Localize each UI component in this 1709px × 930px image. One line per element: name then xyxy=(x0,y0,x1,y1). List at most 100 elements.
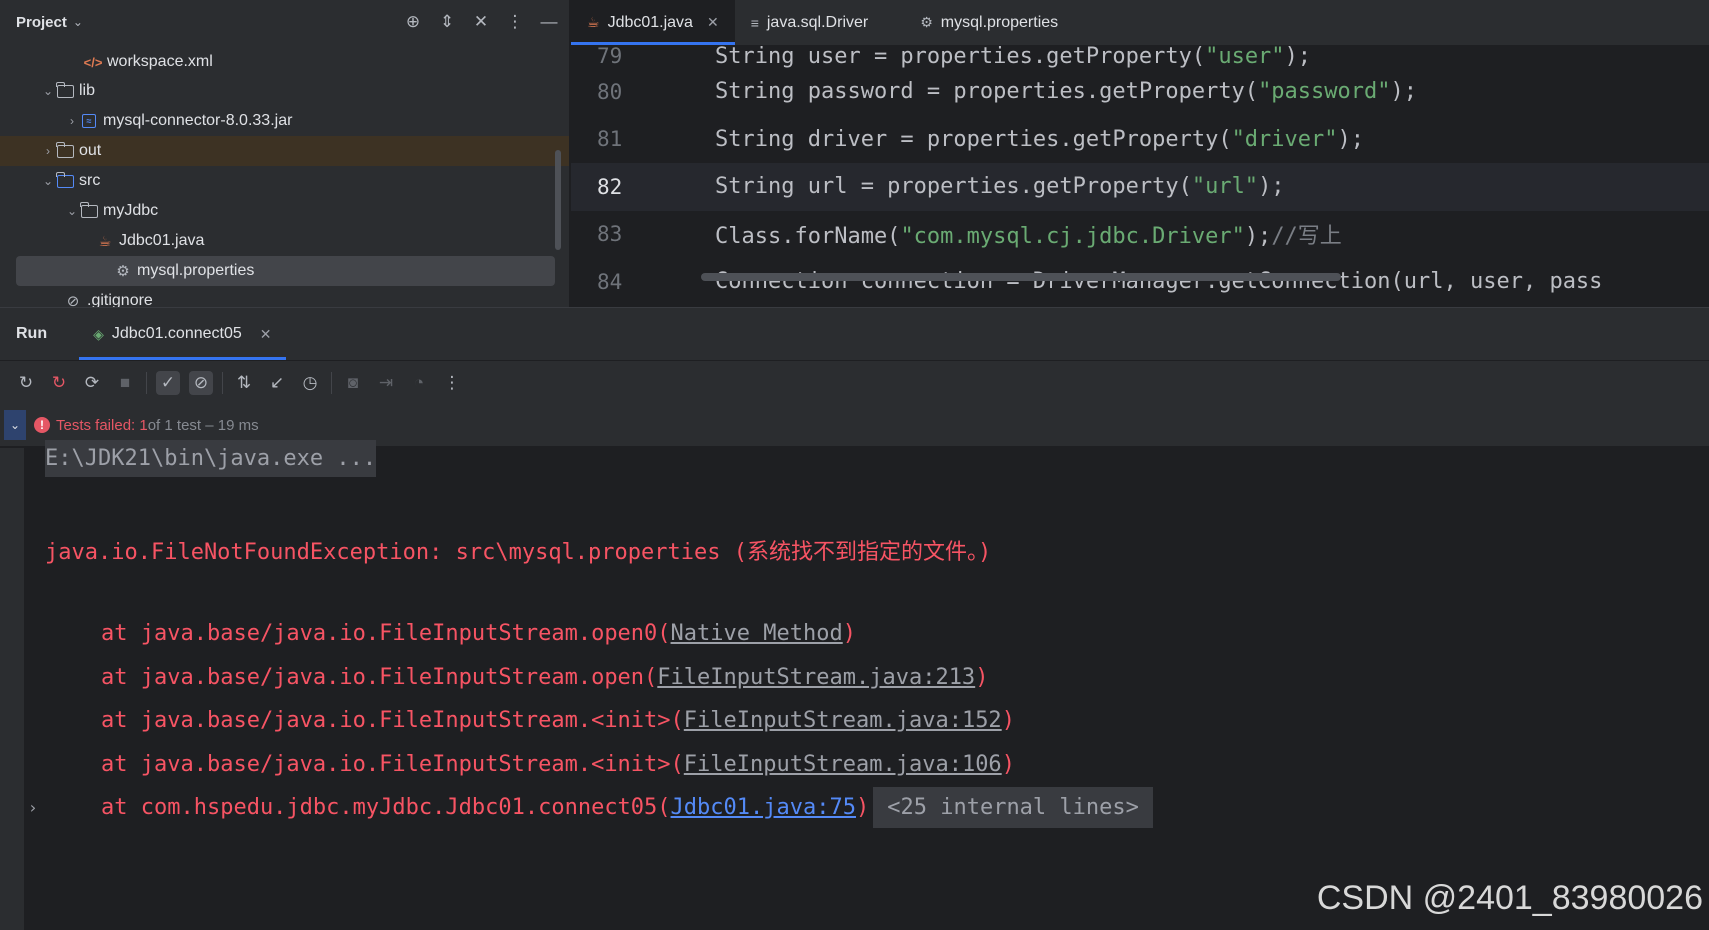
folder-icon xyxy=(55,141,74,160)
chevron-down-icon[interactable]: ⌄ xyxy=(4,410,26,440)
rerun-icon[interactable]: ↻ xyxy=(14,371,38,395)
project-title[interactable]: Project xyxy=(16,14,67,31)
code-line-current: 82 String url = properties.getProperty("… xyxy=(571,163,1709,211)
tree-item-myjdbc[interactable]: ⌄ myJdbc xyxy=(0,196,569,226)
tree-item-label: myJdbc xyxy=(103,202,159,219)
watermark: CSDN @2401_83980026 xyxy=(1316,879,1703,917)
tab-jdbc01-java[interactable]: ☕ Jdbc01.java ✕ xyxy=(571,0,735,45)
more-options-icon[interactable]: ⋮ xyxy=(505,8,525,36)
project-tree: </> workspace.xml ⌄ lib › ≈ mysql-connec… xyxy=(0,48,569,307)
console-command-line: E:\JDK21\bin\java.exe ... xyxy=(45,440,377,477)
chevron-down-icon[interactable]: ⌄ xyxy=(40,84,56,98)
close-icon[interactable]: ✕ xyxy=(707,14,719,31)
test-config-icon: ◈ xyxy=(93,325,104,342)
line-number: 84 xyxy=(597,269,623,294)
folder-icon xyxy=(55,171,74,190)
tree-item-label: workspace.xml xyxy=(107,53,213,70)
properties-gear-icon: ⚙ xyxy=(116,263,130,280)
hide-panel-icon[interactable]: — xyxy=(539,8,559,36)
source-link[interactable]: FileInputStream.java:152 xyxy=(684,708,1002,733)
text-file-icon: ≡ xyxy=(750,14,759,31)
toolbar-divider xyxy=(331,371,332,394)
tests-summary: of 1 test – 19 ms xyxy=(147,416,259,434)
tab-mysql-properties[interactable]: ⚙ mysql.properties xyxy=(904,0,1075,45)
tests-failed-label: Tests failed: 1 xyxy=(56,416,148,434)
ignore-file-icon: ⊘ xyxy=(66,293,80,307)
coverage-icon[interactable]: ◔ xyxy=(407,371,431,395)
code-line: 79 String user = properties.getProperty(… xyxy=(571,44,1709,68)
run-tab-label: Jdbc01.connect05 xyxy=(111,325,242,342)
editor-horizontal-scrollbar[interactable] xyxy=(701,273,1341,281)
show-passed-icon[interactable]: ✓ xyxy=(156,370,180,395)
rerun-failed-icon[interactable]: ↻ xyxy=(47,371,71,395)
code-line: 83 Class.forName("com.mysql.cj.jdbc.Driv… xyxy=(571,211,1709,259)
more-options-icon[interactable]: ⋮ xyxy=(440,371,464,395)
console-output[interactable]: E:\JDK21\bin\java.exe ... java.io.FileNo… xyxy=(0,440,1709,930)
chevron-right-icon[interactable]: › xyxy=(28,798,38,817)
internal-lines-fold[interactable]: <25 internal lines> xyxy=(873,787,1153,828)
screenshot-icon[interactable]: ◙ xyxy=(341,371,365,395)
toolbar-divider xyxy=(222,371,223,394)
stack-frame: at java.base/java.io.FileInputStream.<in… xyxy=(101,752,1015,777)
xml-file-icon: </> xyxy=(83,54,103,70)
code-text: Class.forName("com.mysql.cj.jdbc.Driver"… xyxy=(715,224,1342,250)
tree-item-jdbc01-java[interactable]: ☕ Jdbc01.java xyxy=(0,226,569,256)
import-tests-icon[interactable]: ↙ xyxy=(265,371,289,395)
tree-item-mysql-properties[interactable]: ⚙ mysql.properties xyxy=(16,256,555,286)
tree-item-label: Jdbc01.java xyxy=(119,232,205,249)
run-toolbar: ↻ ↻ ⟳ ■ ✓ ⊘ ⇅ ↙ ◷ ◙ ⇥ ◔ ⋮ xyxy=(0,360,1709,404)
run-panel-title: Run xyxy=(16,325,48,342)
tree-item-label: out xyxy=(79,142,102,159)
rerun-automatically-icon[interactable]: ⟳ xyxy=(80,371,104,395)
command-text[interactable]: E:\JDK21\bin\java.exe ... xyxy=(45,440,377,477)
export-icon[interactable]: ⇥ xyxy=(374,371,398,395)
stack-frame: at java.base/java.io.FileInputStream.<in… xyxy=(101,708,1015,733)
package-folder-icon xyxy=(79,201,98,220)
source-link[interactable]: FileInputStream.java:106 xyxy=(684,752,1002,777)
tab-label: mysql.properties xyxy=(940,13,1059,31)
tab-java-sql-driver[interactable]: ≡ java.sql.Driver xyxy=(734,0,905,45)
code-text: String url = properties.getProperty("url… xyxy=(715,174,1285,200)
expand-all-icon[interactable]: ⇕ xyxy=(437,8,457,36)
chevron-down-icon[interactable]: ⌄ xyxy=(73,15,83,29)
tree-item-mysql-connector-jar[interactable]: › ≈ mysql-connector-8.0.33.jar xyxy=(0,106,569,136)
run-header: Run ◈ Jdbc01.connect05 ✕ xyxy=(0,308,1709,360)
chevron-right-icon[interactable]: › xyxy=(40,144,56,158)
stack-frame: at com.hspedu.jdbc.myJdbc.Jdbc01.connect… xyxy=(101,787,1153,828)
stack-frame: at java.base/java.io.FileInputStream.ope… xyxy=(101,665,989,690)
tree-item-label: mysql-connector-8.0.33.jar xyxy=(103,112,293,129)
tree-item-lib[interactable]: ⌄ lib xyxy=(0,76,569,106)
chevron-right-icon[interactable]: › xyxy=(64,114,80,128)
tree-item-gitignore[interactable]: ⊘ .gitignore xyxy=(0,286,569,307)
sort-icon[interactable]: ⇅ xyxy=(232,371,256,395)
chevron-down-icon[interactable]: ⌄ xyxy=(64,204,80,218)
editor-tabbar: ☕ Jdbc01.java ✕ ≡ java.sql.Driver ⚙ mysq… xyxy=(571,0,1709,46)
tab-run-config[interactable]: ◈ Jdbc01.connect05 ✕ xyxy=(79,308,286,360)
project-toolbar: ⊕ ⇕ ✕ ⋮ — xyxy=(403,8,559,36)
tree-item-src[interactable]: ⌄ src xyxy=(0,166,569,196)
line-number: 82 xyxy=(597,174,623,199)
source-link[interactable]: Native Method xyxy=(671,621,843,646)
close-icon[interactable]: ✕ xyxy=(260,326,272,343)
tab-label: Jdbc01.java xyxy=(607,13,693,31)
code-editor: ☕ Jdbc01.java ✕ ≡ java.sql.Driver ⚙ mysq… xyxy=(571,0,1709,307)
tree-scrollbar[interactable] xyxy=(555,150,561,250)
line-number: 81 xyxy=(597,127,623,152)
folder-icon xyxy=(55,81,74,100)
collapse-all-icon[interactable]: ✕ xyxy=(471,8,491,36)
code-line: 84 Connection connection = DriverManager… xyxy=(571,258,1709,306)
stop-icon[interactable]: ■ xyxy=(113,371,137,395)
code-area[interactable]: 79 String user = properties.getProperty(… xyxy=(571,44,1709,306)
source-link[interactable]: Jdbc01.java:75 xyxy=(671,795,856,820)
show-ignored-icon[interactable]: ⊘ xyxy=(189,370,213,395)
locate-icon[interactable]: ⊕ xyxy=(403,8,423,36)
history-icon[interactable]: ◷ xyxy=(298,371,322,395)
line-number: 79 xyxy=(597,44,623,68)
code-text: String user = properties.getProperty("us… xyxy=(715,44,1312,68)
code-text: String driver = properties.getProperty("… xyxy=(715,126,1365,152)
source-link[interactable]: FileInputStream.java:213 xyxy=(657,665,975,690)
tree-item-workspace-xml[interactable]: </> workspace.xml xyxy=(0,48,569,76)
tree-item-out[interactable]: › out xyxy=(0,136,569,166)
run-panel: Run ◈ Jdbc01.connect05 ✕ ↻ ↻ ⟳ ■ ✓ ⊘ ⇅ ↙… xyxy=(0,307,1709,930)
chevron-down-icon[interactable]: ⌄ xyxy=(40,174,56,188)
